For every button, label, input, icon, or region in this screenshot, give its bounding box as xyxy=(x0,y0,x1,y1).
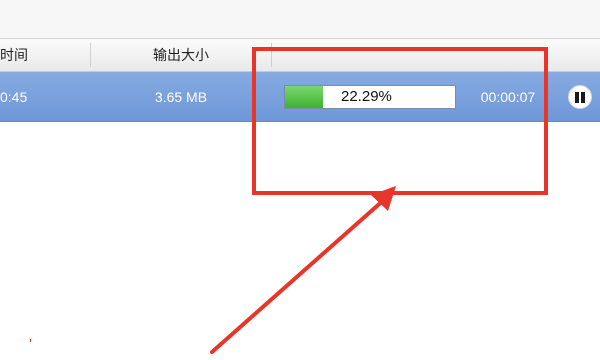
annotation-speck xyxy=(30,339,31,342)
arrow-shaft xyxy=(210,196,388,354)
annotation-arrow xyxy=(210,186,396,354)
